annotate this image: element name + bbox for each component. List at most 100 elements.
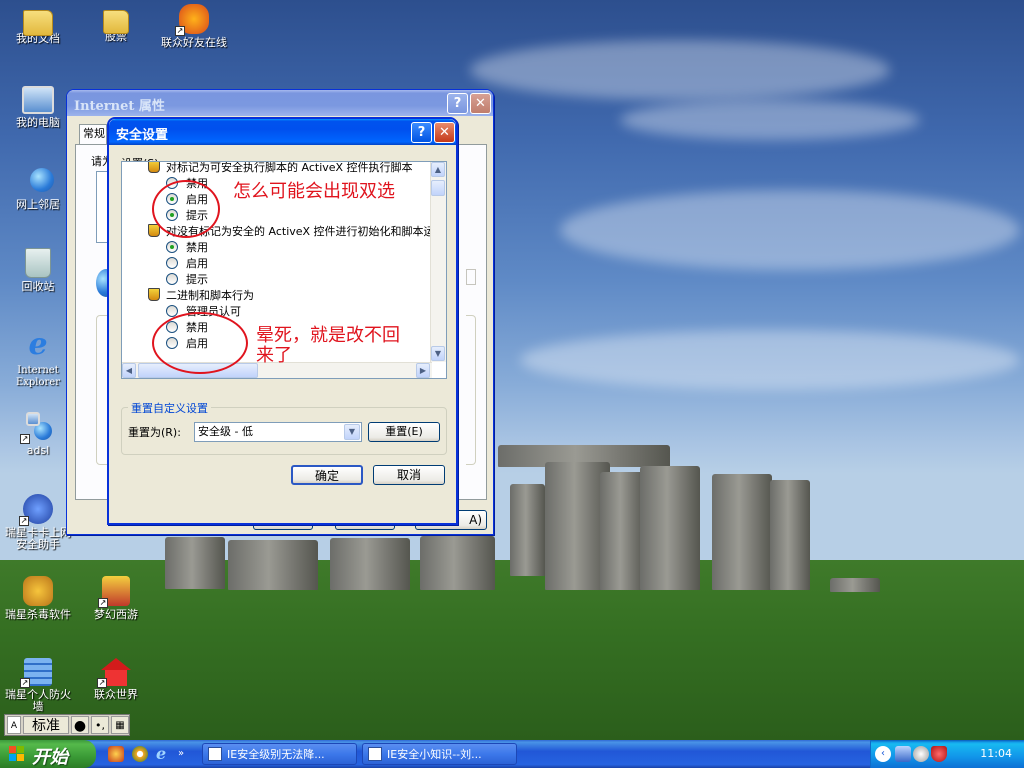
reset-to-label: 重置为(R): xyxy=(128,426,181,439)
punctuation-icon[interactable]: •, xyxy=(91,716,109,734)
standing-stone xyxy=(640,466,700,590)
rising-firewall-icon: ↗ xyxy=(20,658,52,688)
task-label: IE安全小知识--刘... xyxy=(387,748,482,761)
full-half-width-icon[interactable]: ● xyxy=(71,716,89,734)
vertical-scrollbar[interactable]: ▲ ▼ xyxy=(430,162,446,362)
internet-properties-titlebar[interactable]: Internet 属性 ? ✕ xyxy=(67,90,493,116)
system-tray: ‹ 11:04 xyxy=(870,740,1024,768)
shortcut-arrow-icon: ↗ xyxy=(97,678,107,688)
control-edge xyxy=(466,269,476,285)
radio-button[interactable] xyxy=(166,241,178,253)
tab-general[interactable]: 常规 xyxy=(79,124,107,144)
taskbar-window-button[interactable]: IE安全级别无法降... xyxy=(202,743,357,765)
desktop-icon-label: 联众世界 xyxy=(94,688,138,701)
cancel-button[interactable]: 取消 xyxy=(373,465,445,485)
shortcut-arrow-icon: ↗ xyxy=(175,26,185,36)
show-hidden-icons-chevron-icon[interactable]: ‹ xyxy=(875,746,891,762)
button-label: 取消 xyxy=(396,468,421,482)
standing-stone xyxy=(712,474,772,590)
radio-button[interactable] xyxy=(166,257,178,269)
language-bar[interactable]: A 标准 ● •, ▦ xyxy=(4,714,130,736)
scroll-right-arrow-icon[interactable]: ▶ xyxy=(416,363,430,378)
chevron-down-icon[interactable]: ▼ xyxy=(344,424,360,440)
task-label: IE安全级别无法降... xyxy=(227,748,325,761)
scroll-down-arrow-icon[interactable]: ▼ xyxy=(431,346,445,361)
desktop-icon-adsl[interactable]: ↗ adsl xyxy=(0,412,76,457)
button-label: A) xyxy=(469,513,482,527)
radio-option[interactable]: 启用 xyxy=(166,256,208,272)
desktop-icon-menghuan-xiyou[interactable]: ↗ 梦幻西游 xyxy=(78,576,154,621)
scroll-up-arrow-icon[interactable]: ▲ xyxy=(431,162,445,177)
internet-explorer-icon[interactable]: e xyxy=(156,746,172,762)
radio-label: 启用 xyxy=(186,257,208,270)
ime-mode-toggle[interactable]: 标准 xyxy=(23,716,69,734)
reset-button[interactable]: 重置(E) xyxy=(368,422,440,442)
radio-button[interactable] xyxy=(166,273,178,285)
shortcut-arrow-icon: ↗ xyxy=(20,434,30,444)
folder-icon xyxy=(103,10,129,34)
internet-explorer-icon: e xyxy=(28,327,48,362)
group-legend: 重置自定义设置 xyxy=(128,400,211,416)
desktop-icon-lianzhong-world[interactable]: ↗ 联众世界 xyxy=(78,658,154,701)
close-button[interactable]: ✕ xyxy=(470,93,491,114)
annotation-text: 晕死，就是改不回来了 xyxy=(256,325,400,366)
desktop-icon-lianzhong-friends[interactable]: ↗ 联众好友在线 xyxy=(156,4,232,49)
radio-option[interactable]: 提示 xyxy=(166,272,208,288)
security-shield-icon[interactable] xyxy=(931,746,947,762)
network-places-icon xyxy=(22,166,54,196)
cloud xyxy=(620,100,920,140)
shortcut-arrow-icon: ↗ xyxy=(20,678,30,688)
my-computer-icon xyxy=(22,86,54,114)
desktop-icon-rising-kaka[interactable]: ↗ 瑞星卡卡上网安全助手 xyxy=(0,494,76,551)
adsl-connection-icon: ↗ xyxy=(20,412,52,444)
window-title: 安全设置 xyxy=(116,128,169,143)
desktop-icon-label: 回收站 xyxy=(21,280,55,293)
quicklaunch-app-icon[interactable] xyxy=(108,746,124,762)
scroll-thumb[interactable] xyxy=(431,180,445,196)
chevron-more-icon[interactable]: » xyxy=(178,746,188,762)
desktop-icon-rising-firewall[interactable]: ↗ 瑞星个人防火墙 xyxy=(0,658,76,713)
security-settings-dialog[interactable]: 安全设置 ? ✕ 设置(S): 对标记为可安全执行脚本的 ActiveX 控件执… xyxy=(107,117,458,525)
button-label: 确定 xyxy=(314,469,339,483)
help-button[interactable]: ? xyxy=(411,122,432,143)
rising-kaka-icon: ↗ xyxy=(19,494,53,526)
shield-icon xyxy=(148,288,160,301)
ok-button[interactable]: 确定 xyxy=(291,465,363,485)
ime-name: 标准 xyxy=(32,718,60,734)
tab-label: 常规 xyxy=(83,127,105,140)
desktop-icon-network[interactable]: 网上邻居 xyxy=(0,166,76,211)
help-button[interactable]: ? xyxy=(447,93,468,114)
close-button[interactable]: ✕ xyxy=(434,122,455,143)
clock[interactable]: 11:04 xyxy=(980,740,1012,768)
network-connection-icon[interactable] xyxy=(895,746,911,762)
desktop-icon-label: 联众好友在线 xyxy=(161,36,227,49)
taskbar-window-button[interactable]: IE安全小知识--刘... xyxy=(362,743,517,765)
desktop-icon-label: 我的电脑 xyxy=(16,116,60,129)
desktop-icon-rising-antivirus[interactable]: 瑞星杀毒软件 xyxy=(0,576,76,621)
desktop-icon-label: 瑞星个人防火墙 xyxy=(5,688,71,713)
annotation-circle xyxy=(152,312,248,374)
ie-page-icon xyxy=(208,747,222,761)
desktop-icon-recycle-bin[interactable]: 回收站 xyxy=(0,248,76,293)
cloud xyxy=(560,190,1020,270)
folder-icon xyxy=(23,10,53,36)
start-button[interactable]: 开始 xyxy=(0,740,96,768)
desktop-icon-label: 瑞星杀毒软件 xyxy=(5,608,71,621)
radio-label: 提示 xyxy=(186,273,208,286)
reset-level-value: 安全级 - 低 xyxy=(198,425,253,438)
scroll-left-arrow-icon[interactable]: ◀ xyxy=(122,363,136,378)
desktop-icon-internet-explorer[interactable]: e Internet Explorer xyxy=(0,328,76,389)
standing-stone xyxy=(228,540,318,590)
button-label: 重置(E) xyxy=(385,425,423,438)
desktop-icon-stocks[interactable]: 股票 xyxy=(78,4,154,43)
media-player-icon[interactable] xyxy=(132,746,148,762)
soft-keyboard-icon[interactable]: ▦ xyxy=(111,716,129,734)
volume-icon[interactable] xyxy=(913,746,929,762)
setting-header: 对标记为可安全执行脚本的 ActiveX 控件执行脚本 xyxy=(148,162,413,176)
desktop-icon-my-computer[interactable]: 我的电脑 xyxy=(0,86,76,129)
security-settings-titlebar[interactable]: 安全设置 ? ✕ xyxy=(109,119,456,145)
reset-level-select[interactable]: 安全级 - 低 ▼ xyxy=(194,422,362,442)
desktop-icon-my-documents[interactable]: 我的文档 xyxy=(0,4,76,45)
setting-header: 二进制和脚本行为 xyxy=(148,288,254,304)
radio-option[interactable]: 禁用 xyxy=(166,240,208,256)
